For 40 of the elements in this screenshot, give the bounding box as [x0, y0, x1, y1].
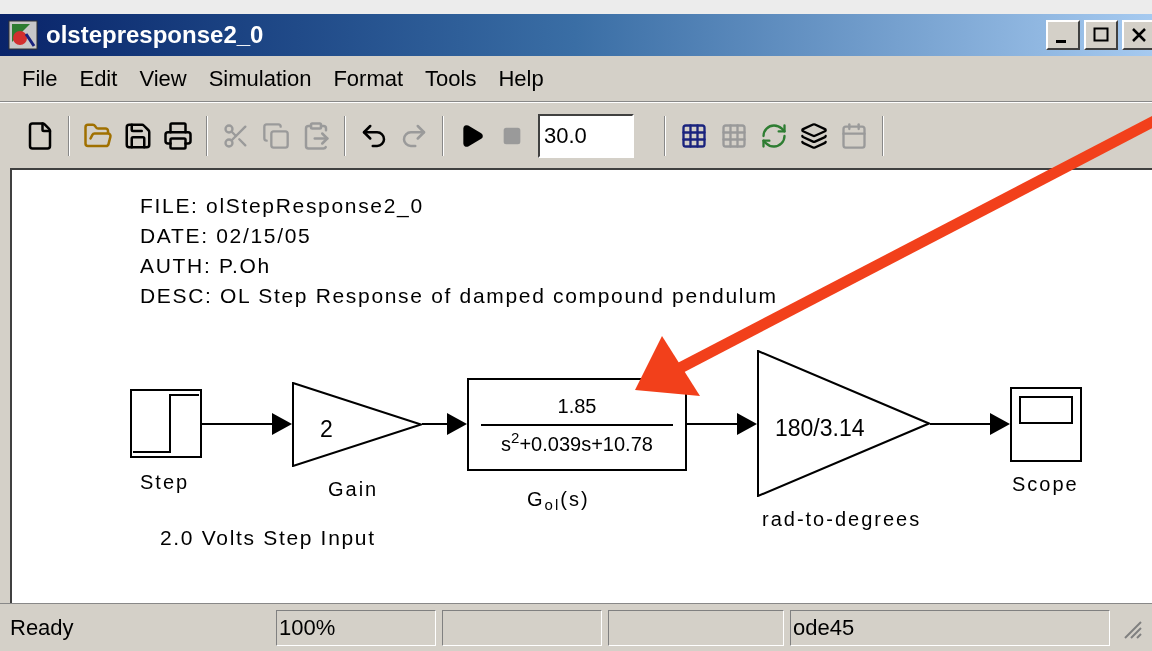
menu-item[interactable]: Edit: [69, 62, 128, 95]
maximize-button[interactable]: [1084, 20, 1118, 50]
menu-item[interactable]: Help: [488, 62, 554, 95]
block-label: rad-to-degrees: [762, 507, 922, 532]
solver-status: ode45: [790, 609, 1110, 646]
numerator: 1.85: [557, 393, 597, 419]
menu-item[interactable]: Simulation: [198, 62, 322, 95]
menu-item[interactable]: Tools: [415, 62, 487, 95]
transfer-function-block[interactable]: 1.85 s$^{2}$+0.039s+10.78: [467, 378, 687, 471]
gain-block[interactable]: [292, 382, 422, 467]
app-icon: [8, 20, 38, 50]
annotation-text: 2.0 Volts Step Input: [160, 525, 376, 551]
note-text: DESC: OL Step Response of damped compound pendulum: [140, 284, 778, 308]
close-button[interactable]: [1122, 20, 1152, 50]
gain-block[interactable]: [757, 350, 930, 497]
menu-item[interactable]: View: [129, 62, 197, 95]
block-label: Gain: [328, 477, 379, 502]
block-label: G$_{ol}$(s): [527, 487, 590, 514]
menu-item[interactable]: Format: [323, 62, 414, 95]
scope-block[interactable]: [1010, 387, 1082, 462]
window-title: olstepresponse2_0: [46, 20, 264, 50]
zoom-status: 100%: [276, 609, 436, 646]
minimize-icon: [1056, 39, 1066, 43]
gain-value: 2: [320, 414, 333, 444]
connector-arrow: [686, 413, 757, 435]
status-message: Ready: [10, 614, 75, 642]
block-label: Scope: [1012, 472, 1079, 497]
note-text: FILE: olStepResponse2_0: [140, 194, 425, 218]
note-text: AUTH: P.Oh: [140, 254, 272, 278]
denominator: s$^{2}$+0.039s+10.78: [501, 429, 653, 457]
menu-item[interactable]: File: [12, 62, 68, 95]
note-text: DATE: 02/15/05: [140, 224, 313, 248]
minimize-button[interactable]: [1046, 20, 1080, 50]
block-label: Step: [140, 470, 190, 495]
gain-value: 180/3.14: [775, 413, 865, 443]
connector-arrow: [421, 413, 467, 435]
close-icon: [1131, 27, 1147, 43]
step-block[interactable]: [130, 389, 202, 458]
maximize-icon: [1093, 27, 1109, 43]
stop-time-field[interactable]: 30.0: [538, 113, 634, 158]
